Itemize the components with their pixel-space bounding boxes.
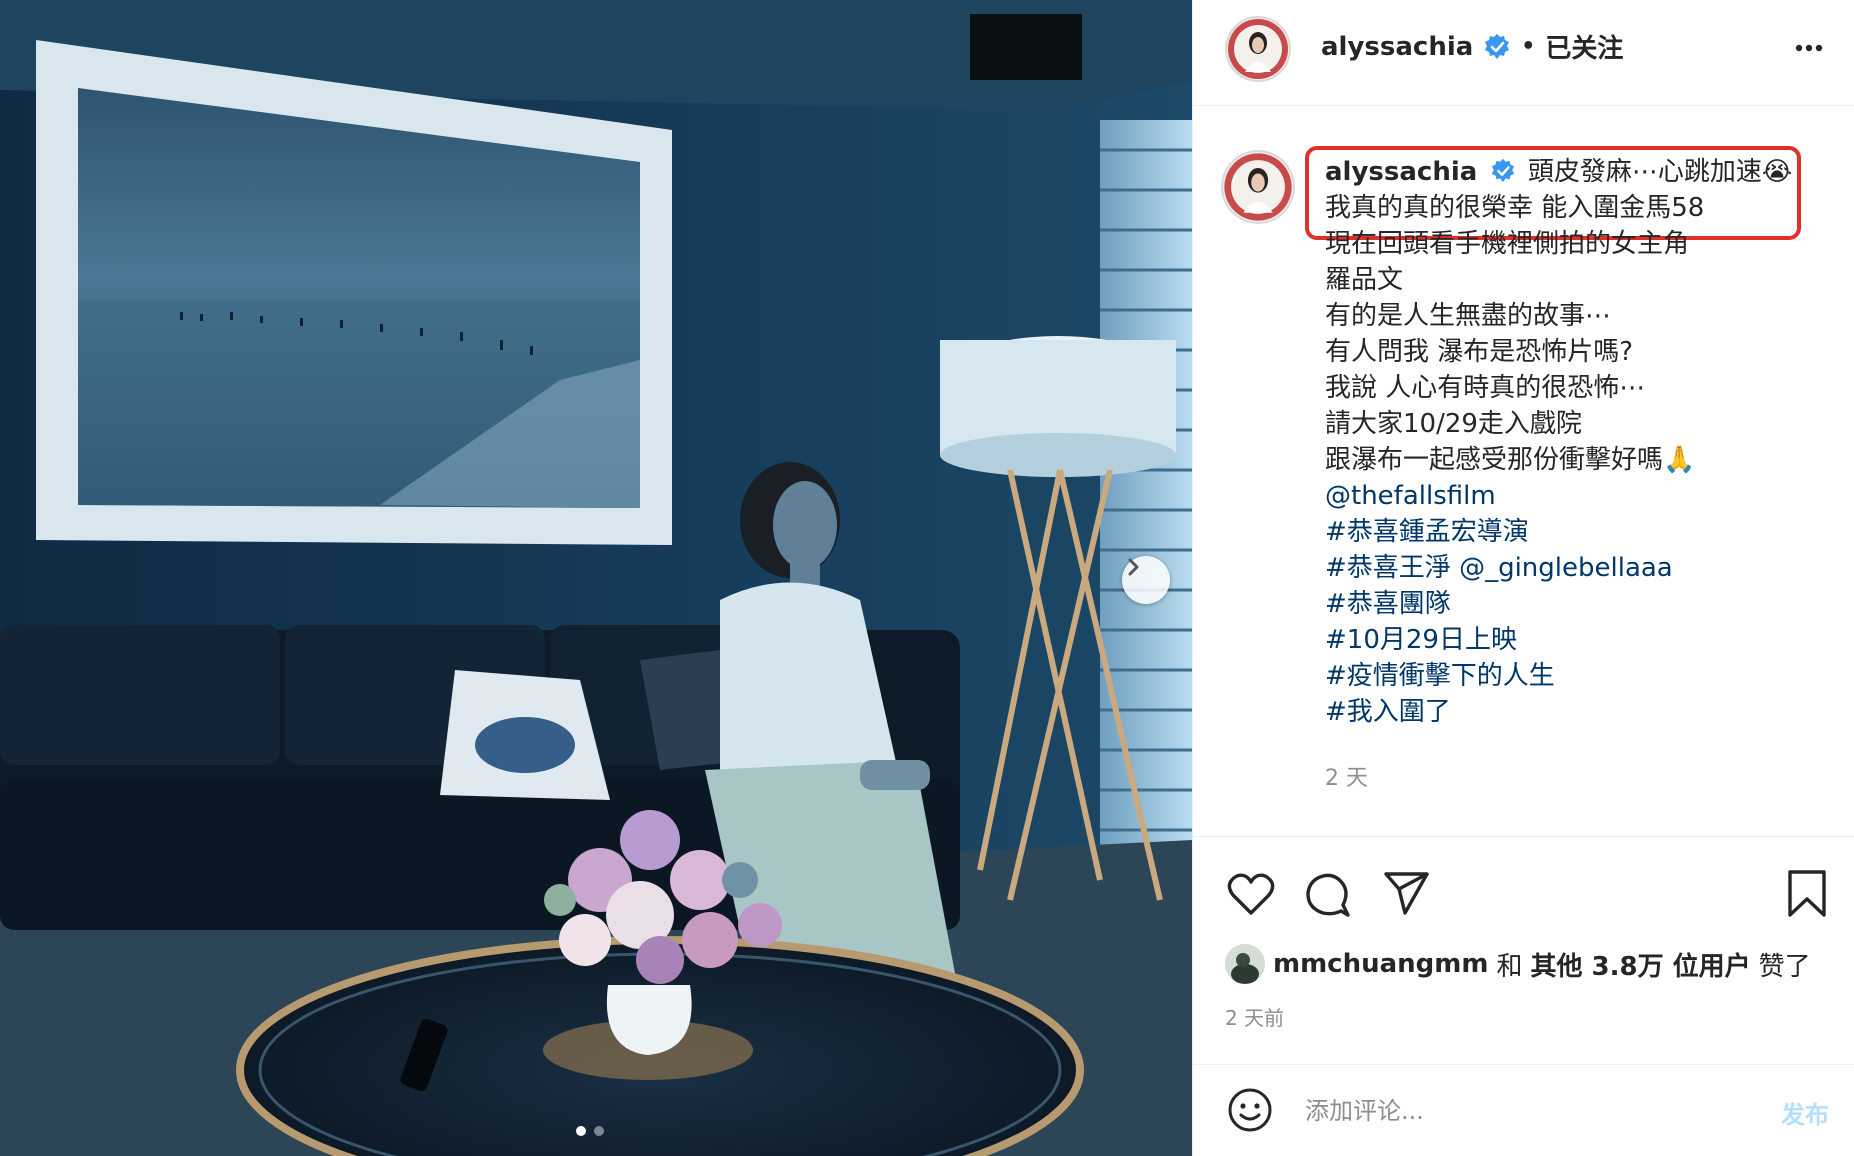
- caption-line: 有的是人生無盡的故事⋯: [1325, 301, 1612, 331]
- caption-line: 羅品文: [1325, 265, 1404, 295]
- share-icon[interactable]: [1383, 871, 1431, 917]
- mention-link[interactable]: @thefallsfilm: [1325, 478, 1815, 514]
- caption-line: 跟瀑布一起感受那份衝擊好嗎🙏: [1325, 445, 1696, 475]
- liker-username[interactable]: mmchuangmm: [1273, 949, 1488, 979]
- carousel-dot-1[interactable]: [576, 1126, 586, 1136]
- mention-link[interactable]: @_ginglebellaaa: [1459, 553, 1673, 583]
- caption-line: 現在回頭看手機裡側拍的女主角: [1325, 229, 1690, 259]
- hashtag-link[interactable]: #恭喜王淨: [1325, 553, 1451, 583]
- post-side-panel: alyssachia • 已关注 alyssachia 頭皮發麻⋯心跳加速😭 我…: [1192, 0, 1854, 1156]
- caption-text: alyssachia 頭皮發麻⋯心跳加速😭 我真的真的很榮幸 能入圍金馬58 現…: [1325, 154, 1815, 730]
- post-photo[interactable]: [0, 0, 1192, 1156]
- caption-first-text: 頭皮發麻⋯心跳加速😭: [1527, 157, 1793, 187]
- verified-badge-icon: [1491, 158, 1514, 183]
- comment-icon[interactable]: [1303, 871, 1351, 919]
- caption-line: 有人問我 瀑布是恐怖片嗎?: [1325, 337, 1634, 367]
- avatar[interactable]: [1225, 16, 1291, 82]
- hashtag-link[interactable]: #10月29日上映: [1325, 622, 1815, 658]
- caption-first-line: alyssachia 頭皮發麻⋯心跳加速😭: [1325, 154, 1815, 190]
- post-actions: [1193, 836, 1854, 946]
- header-user: alyssachia • 已关注: [1321, 28, 1623, 65]
- caption-line: 我說 人心有時真的很恐怖⋯: [1325, 373, 1646, 403]
- verified-badge-icon: [1485, 33, 1510, 59]
- comment-input[interactable]: [1305, 1091, 1705, 1131]
- hashtag-link[interactable]: #恭喜團隊: [1325, 586, 1815, 622]
- bookmark-icon[interactable]: [1787, 869, 1827, 919]
- carousel-dots: [576, 1126, 604, 1136]
- caption-username[interactable]: alyssachia: [1325, 157, 1477, 187]
- comment-bar: 发布: [1193, 1064, 1854, 1156]
- likes-suffix: 赞了: [1758, 951, 1811, 982]
- speaker: [970, 14, 1082, 80]
- post-header: alyssachia • 已关注: [1193, 0, 1854, 106]
- next-slide-button[interactable]: [1122, 556, 1170, 604]
- likes-and: 和: [1496, 951, 1523, 982]
- header-separator: •: [1521, 34, 1536, 59]
- caption-avatar[interactable]: [1221, 150, 1295, 224]
- likes-summary: mmchuangmm 和 其他 3.8万 位用户 赞了: [1225, 944, 1811, 984]
- post-time[interactable]: 2 天前: [1225, 1002, 1284, 1031]
- hashtag-link[interactable]: #恭喜鍾孟宏導演: [1325, 514, 1815, 550]
- liker-avatar-icon: [1225, 944, 1265, 984]
- carousel-dot-2[interactable]: [594, 1126, 604, 1136]
- likes-others[interactable]: 其他 3.8万 位用户: [1530, 946, 1750, 983]
- liker-avatar[interactable]: [1225, 944, 1265, 984]
- photo-scene: [0, 0, 1192, 1156]
- caption-line: 我真的真的很榮幸 能入圍金馬58: [1325, 193, 1705, 223]
- caption-line: 請大家10/29走入戲院: [1325, 409, 1582, 439]
- post-caption: alyssachia 頭皮發麻⋯心跳加速😭 我真的真的很榮幸 能入圍金馬58 現…: [1193, 106, 1854, 836]
- hashtag-link[interactable]: #我入圍了: [1325, 694, 1815, 730]
- smiley-icon[interactable]: [1227, 1087, 1273, 1133]
- more-options-icon[interactable]: [1791, 30, 1827, 66]
- hashtag-link[interactable]: #疫情衝擊下的人生: [1325, 658, 1815, 694]
- caption-time: 2 天: [1325, 766, 1368, 791]
- header-username[interactable]: alyssachia: [1321, 32, 1473, 62]
- heart-icon[interactable]: [1227, 871, 1275, 917]
- chevron-right-icon: [1128, 558, 1139, 576]
- follow-status-button[interactable]: 已关注: [1545, 28, 1623, 65]
- post-comment-button[interactable]: 发布: [1781, 1095, 1829, 1130]
